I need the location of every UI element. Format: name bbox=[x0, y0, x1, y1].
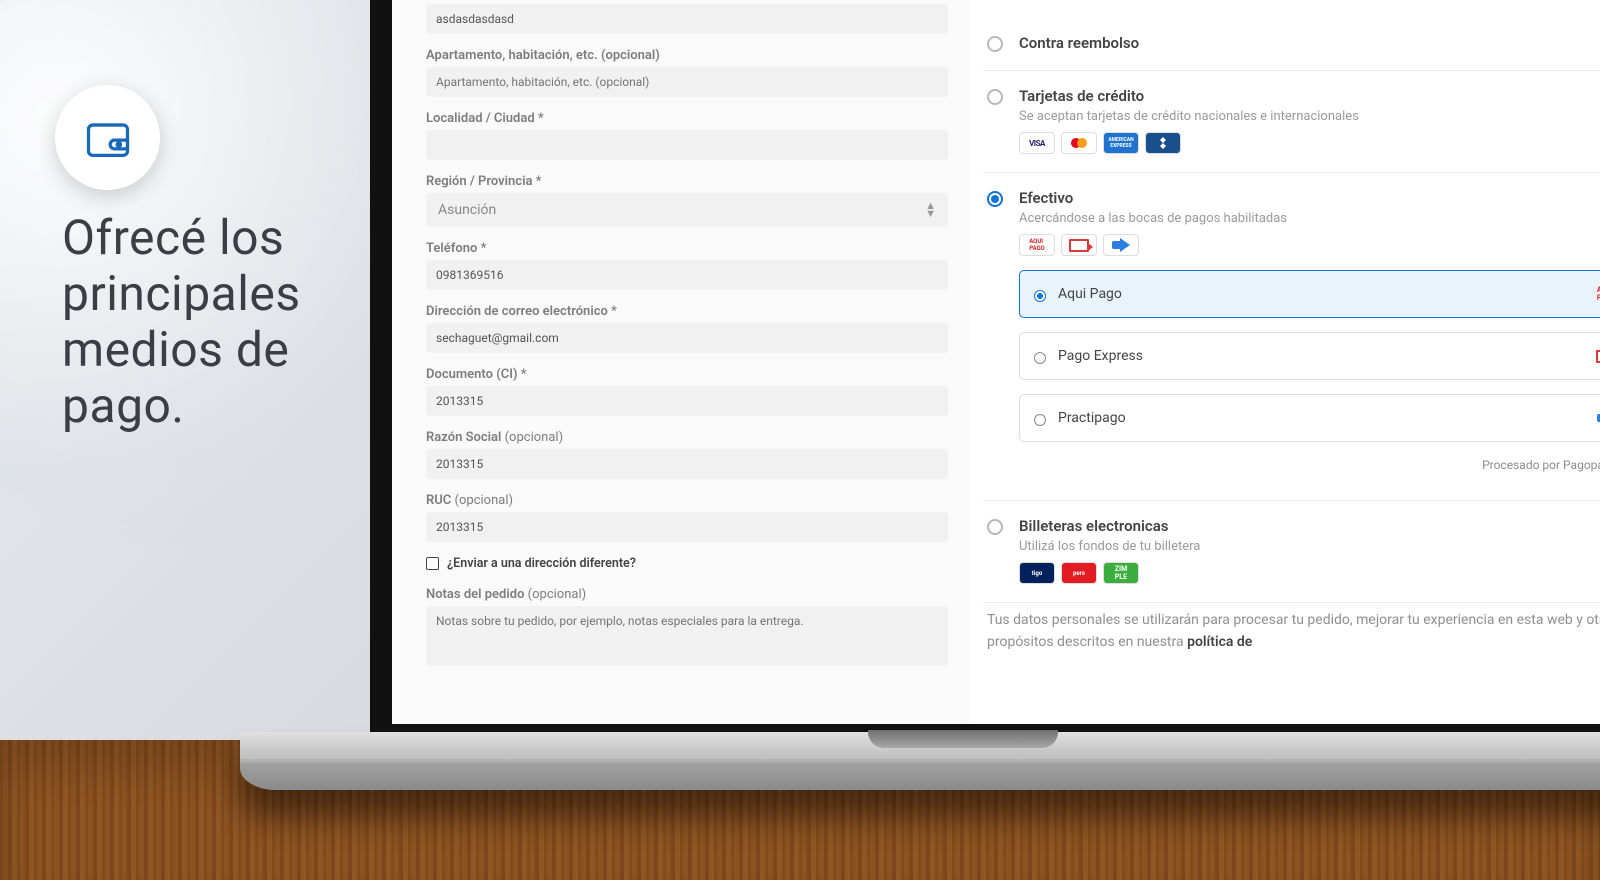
pagoexpress-brand-icon bbox=[1593, 347, 1600, 365]
email-input[interactable] bbox=[426, 323, 948, 353]
sub-option-aquipago[interactable]: Aqui Pago AQUIPAGO bbox=[1019, 270, 1600, 318]
razon-input[interactable] bbox=[426, 449, 948, 479]
mastercard-icon bbox=[1061, 132, 1097, 154]
razon-field: Razón Social (opcional) bbox=[426, 430, 948, 479]
region-select[interactable]: Asunción ▲▼ bbox=[426, 193, 948, 227]
laptop-screen: Apartamento, habitación, etc. (opcional)… bbox=[370, 0, 1600, 734]
visa-icon: VISA bbox=[1019, 132, 1055, 154]
apt-label: Apartamento, habitación, etc. (opcional) bbox=[426, 48, 948, 63]
radio-cod[interactable] bbox=[987, 36, 1003, 52]
region-label: Región / Provincia * bbox=[426, 174, 948, 189]
card-logos: VISA AMERICANEXPRESS bbox=[1019, 132, 1600, 154]
billing-form: Apartamento, habitación, etc. (opcional)… bbox=[392, 0, 968, 724]
cards-title: Tarjetas de crédito bbox=[1019, 87, 1600, 105]
sub-radio-aqui[interactable] bbox=[1034, 290, 1046, 302]
notes-label: Notas del pedido (opcional) bbox=[426, 587, 948, 602]
payment-option-wallet[interactable]: Billeteras electronicas Utilizá los fond… bbox=[983, 501, 1600, 603]
city-field: Localidad / Ciudad * bbox=[426, 111, 948, 160]
sub-option-pagoexpress[interactable]: Pago Express bbox=[1019, 332, 1600, 380]
email-label: Dirección de correo electrónico * bbox=[426, 304, 948, 319]
scene: Ofrecé los principales medios de pago. A… bbox=[0, 0, 1600, 880]
phone-input[interactable] bbox=[426, 260, 948, 290]
pagoexpress-icon bbox=[1061, 234, 1097, 256]
address-input[interactable] bbox=[426, 4, 948, 34]
privacy-link[interactable]: política de bbox=[1187, 634, 1252, 650]
payment-option-cod[interactable]: Contra reembolso bbox=[983, 18, 1600, 71]
wallet-desc: Utilizá los fondos de tu billetera bbox=[1019, 539, 1600, 554]
sub-label-pagoex: Pago Express bbox=[1058, 348, 1581, 364]
sub-label-practi: Practipago bbox=[1058, 410, 1581, 426]
address-field bbox=[426, 4, 948, 34]
laptop-mockup: Apartamento, habitación, etc. (opcional)… bbox=[370, 0, 1600, 790]
sub-option-practipago[interactable]: Practipago bbox=[1019, 394, 1600, 442]
notes-field: Notas del pedido (opcional) bbox=[426, 587, 948, 670]
privacy-text: Tus datos personales se utilizarán para … bbox=[987, 612, 1600, 650]
ruc-field: RUC (opcional) bbox=[426, 493, 948, 542]
notes-input[interactable] bbox=[426, 606, 948, 666]
apt-field: Apartamento, habitación, etc. (opcional) bbox=[426, 48, 948, 97]
practipago-brand-icon bbox=[1593, 409, 1600, 427]
sub-radio-practi[interactable] bbox=[1034, 414, 1046, 426]
ruc-label: RUC (opcional) bbox=[426, 493, 948, 508]
processed-label: Procesado por Pagopar bbox=[1482, 458, 1600, 472]
apt-input[interactable] bbox=[426, 67, 948, 97]
doc-input[interactable] bbox=[426, 386, 948, 416]
payment-option-cards[interactable]: Tarjetas de crédito Se aceptan tarjetas … bbox=[983, 71, 1600, 173]
cod-title: Contra reembolso bbox=[1019, 34, 1600, 52]
aquipago-brand-icon: AQUIPAGO bbox=[1593, 285, 1600, 303]
checkbox-icon bbox=[426, 557, 439, 570]
cash-title: Efectivo bbox=[1019, 189, 1600, 207]
razon-label: Razón Social (opcional) bbox=[426, 430, 948, 445]
amex-icon: AMERICANEXPRESS bbox=[1103, 132, 1139, 154]
chevron-updown-icon: ▲▼ bbox=[925, 202, 936, 218]
sub-radio-pagoex[interactable] bbox=[1034, 352, 1046, 364]
city-label: Localidad / Ciudad * bbox=[426, 111, 948, 126]
zimple-icon: ZIMPLE bbox=[1103, 562, 1139, 584]
radio-wallet[interactable] bbox=[987, 519, 1003, 535]
phone-label: Teléfono * bbox=[426, 241, 948, 256]
email-field: Dirección de correo electrónico * bbox=[426, 304, 948, 353]
region-field: Región / Provincia * Asunción ▲▼ bbox=[426, 174, 948, 227]
aquipago-icon: AQUIPAGO bbox=[1019, 234, 1055, 256]
ship-different-label: ¿Enviar a una dirección diferente? bbox=[447, 556, 636, 571]
doc-field: Documento (CI) * bbox=[426, 367, 948, 416]
laptop-base bbox=[240, 732, 1600, 790]
billetera-personal-icon: pers bbox=[1061, 562, 1097, 584]
hero-title: Ofrecé los principales medios de pago. bbox=[62, 210, 362, 434]
wallet-title: Billeteras electronicas bbox=[1019, 517, 1600, 535]
cabal-icon bbox=[1145, 132, 1181, 154]
sub-label-aqui: Aqui Pago bbox=[1058, 286, 1581, 302]
processed-by: Procesado por Pagopar bbox=[1019, 456, 1600, 474]
payment-methods: Contra reembolso Tarjetas de crédito Se … bbox=[968, 0, 1600, 724]
doc-label: Documento (CI) * bbox=[426, 367, 948, 382]
cash-sub-options: Aqui Pago AQUIPAGO Pago Express bbox=[1019, 270, 1600, 442]
practipago-icon bbox=[1103, 234, 1139, 256]
radio-cards[interactable] bbox=[987, 89, 1003, 105]
ship-different-checkbox[interactable]: ¿Enviar a una dirección diferente? bbox=[426, 556, 948, 571]
city-input[interactable] bbox=[426, 130, 948, 160]
cash-logos: AQUIPAGO bbox=[1019, 234, 1600, 256]
phone-field: Teléfono * bbox=[426, 241, 948, 290]
cards-desc: Se aceptan tarjetas de crédito nacionale… bbox=[1019, 109, 1600, 124]
wallet-logos: tigo pers ZIMPLE bbox=[1019, 562, 1600, 584]
checkout-page: Apartamento, habitación, etc. (opcional)… bbox=[392, 0, 1600, 724]
ruc-input[interactable] bbox=[426, 512, 948, 542]
privacy-notice: Tus datos personales se utilizarán para … bbox=[983, 603, 1600, 653]
radio-cash[interactable] bbox=[987, 191, 1003, 207]
cash-desc: Acercándose a las bocas de pagos habilit… bbox=[1019, 211, 1600, 226]
tigo-money-icon: tigo bbox=[1019, 562, 1055, 584]
wallet-icon bbox=[55, 85, 160, 190]
payment-option-cash[interactable]: Efectivo Acercándose a las bocas de pago… bbox=[983, 173, 1600, 501]
region-value: Asunción bbox=[438, 202, 496, 218]
